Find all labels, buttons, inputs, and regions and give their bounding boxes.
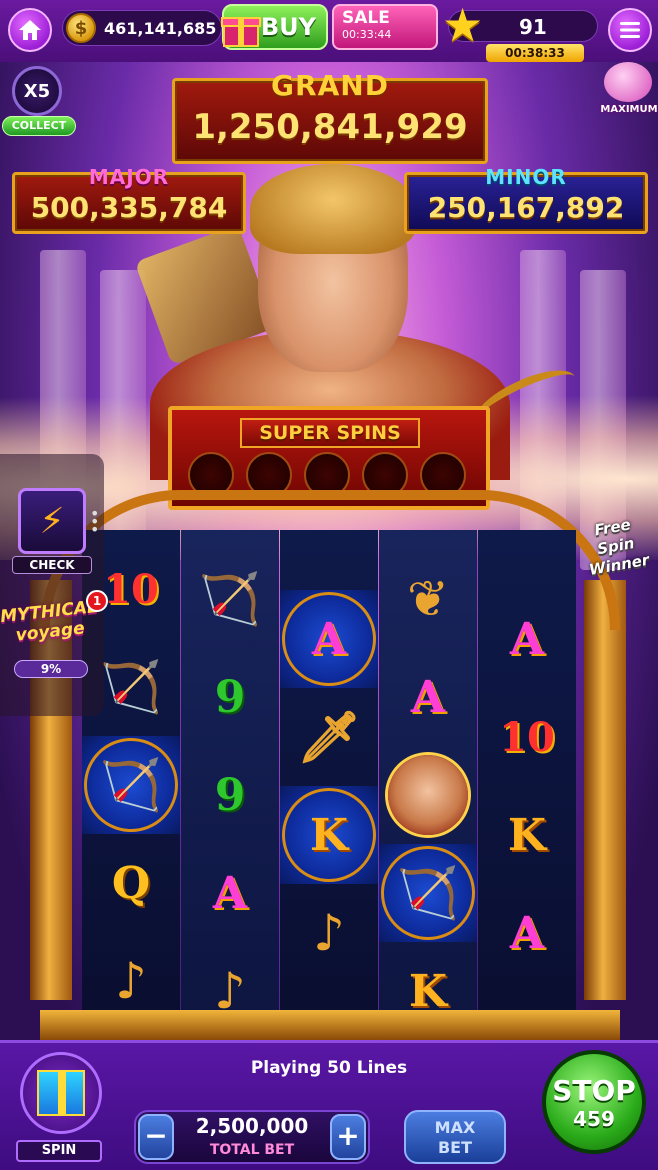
sword-symbol-icon: 🗡 xyxy=(297,707,361,766)
sale-label: SALE xyxy=(342,8,390,28)
card-symbol-A: A xyxy=(212,867,248,919)
card-symbol-K: K xyxy=(507,809,547,861)
card-symbol-K: K xyxy=(408,965,448,1017)
home-icon xyxy=(19,20,41,40)
reel-cell: 9 xyxy=(181,648,279,746)
coin-icon: $ xyxy=(66,13,96,43)
jackpot-minor: MINOR 250,167,892 xyxy=(404,165,648,234)
reel-cell: 9 xyxy=(181,746,279,844)
card-symbol-10: 10 xyxy=(103,565,159,613)
more-options-icon[interactable]: • • • xyxy=(90,506,99,538)
reel-cell: ♪ xyxy=(280,884,378,982)
sale-button[interactable]: SALE 00:33:44 xyxy=(332,4,438,50)
bow-symbol-icon: 🏹 xyxy=(198,569,262,628)
reel-base xyxy=(40,1010,620,1040)
lyre-symbol-icon: ♪ xyxy=(313,904,345,962)
reel-cell: Q xyxy=(82,834,180,932)
stop-label: STOP xyxy=(552,1074,636,1107)
menu-icon xyxy=(620,22,640,38)
jackpot-major-value: 500,335,784 xyxy=(30,191,228,224)
card-symbol-Q: Q xyxy=(111,857,151,909)
reel-cell: K xyxy=(280,786,378,884)
spin-gift-button[interactable] xyxy=(20,1052,102,1134)
reel-area[interactable]: 10 🏹 🏹 Q ♪ 🏹 9 9 A ♪ A 🗡 K ♪ ❦ A 🏹 K A 10 K A xyxy=(82,530,576,1025)
jackpot-grand-title: GRAND xyxy=(271,69,389,102)
gift-box-icon xyxy=(37,1070,85,1116)
menu-button[interactable] xyxy=(608,8,652,52)
reel-cell: K xyxy=(478,786,576,884)
jackpot-grand-value: 1,250,841,929 xyxy=(192,107,468,147)
apollo-hair xyxy=(250,164,416,254)
reel-cell: 🏹 xyxy=(82,736,180,834)
total-bet-label: TOTAL BET xyxy=(209,1142,295,1158)
sale-timer: 00:33:44 xyxy=(342,28,392,41)
card-symbol-A: A xyxy=(509,613,545,665)
card-symbol-A: A xyxy=(410,671,446,723)
increase-bet-button[interactable]: + xyxy=(330,1114,366,1160)
reel-cell: A xyxy=(478,590,576,688)
card-symbol-A: A xyxy=(509,907,545,959)
coin-balance: $ 461,141,685 xyxy=(62,10,222,46)
super-spins-title: SUPER SPINS xyxy=(240,418,420,448)
notification-badge: 1 xyxy=(86,590,108,612)
free-spin-line1: Free Spin xyxy=(593,515,636,559)
bow-symbol-icon: 🏹 xyxy=(99,657,163,716)
reel-cell: 🗡 xyxy=(280,688,378,786)
jackpot-major: MAJOR 500,335,784 xyxy=(12,165,246,234)
reel-cell: A xyxy=(478,884,576,982)
reel-cell: A xyxy=(379,648,477,746)
level-number: 91 xyxy=(519,15,547,39)
reel-cell: 10 xyxy=(478,688,576,786)
mythical-progress: 9% xyxy=(14,660,88,678)
win-ring xyxy=(84,738,178,832)
wreath-symbol-icon: ❦ xyxy=(407,570,449,628)
lightning-icon: ⚡ xyxy=(39,500,65,542)
autospin-count: 459 xyxy=(573,1107,615,1131)
decrease-bet-button[interactable]: − xyxy=(138,1114,174,1160)
coin-balance-value: 461,141,685 xyxy=(104,18,217,38)
win-ring xyxy=(282,788,376,882)
lyre-symbol-icon: ♪ xyxy=(115,952,147,1010)
total-bet-value: 2,500,000 xyxy=(195,1114,309,1138)
card-symbol-10: 10 xyxy=(499,713,555,761)
multiplier-badge[interactable]: X5 xyxy=(12,66,62,116)
gift-icon xyxy=(221,17,261,47)
max-bet-button[interactable]: MAX BET xyxy=(404,1110,506,1164)
level-timer: 00:38:33 xyxy=(486,44,584,62)
card-symbol-9: 9 xyxy=(214,769,246,821)
piggy-bank-label: MAXIMUM xyxy=(600,104,658,115)
mythical-voyage-logo[interactable]: MYTHICAL voyage xyxy=(0,597,101,663)
star-icon: ★ xyxy=(442,0,484,52)
multiplier-value: X5 xyxy=(23,80,51,102)
win-ring xyxy=(282,592,376,686)
jackpot-minor-value: 250,167,892 xyxy=(427,191,625,224)
check-label: CHECK xyxy=(12,556,92,574)
reel-cell: ❦ xyxy=(379,550,477,648)
win-ring xyxy=(381,846,475,940)
card-symbol-9: 9 xyxy=(214,671,246,723)
collect-button[interactable]: COLLECT xyxy=(2,116,76,136)
reel-cell: A xyxy=(280,590,378,688)
apollo-symbol xyxy=(388,755,468,835)
max-bet-line2: BET xyxy=(437,1138,473,1157)
jackpot-grand: GRAND 1,250,841,929 xyxy=(172,69,488,164)
home-button[interactable] xyxy=(8,8,52,52)
check-button[interactable]: ⚡ xyxy=(18,488,86,554)
reel-cell: 🏹 xyxy=(181,550,279,648)
jackpot-major-title: MAJOR xyxy=(88,165,170,189)
reel-cell xyxy=(379,746,477,844)
buy-label: BUY xyxy=(260,13,316,41)
right-pillar xyxy=(584,580,626,1000)
reel-cell: A xyxy=(181,844,279,942)
jackpot-minor-title: MINOR xyxy=(485,165,567,189)
spin-label: SPIN xyxy=(16,1140,102,1162)
stop-button[interactable]: STOP 459 xyxy=(542,1050,646,1154)
free-spin-winner-badge: Free Spin Winner xyxy=(573,512,658,594)
reel-cell: 🏹 xyxy=(379,844,477,942)
buy-button[interactable]: BUY xyxy=(221,4,328,50)
piggy-bank-icon[interactable] xyxy=(604,62,652,102)
max-bet-line1: MAX xyxy=(434,1118,476,1137)
